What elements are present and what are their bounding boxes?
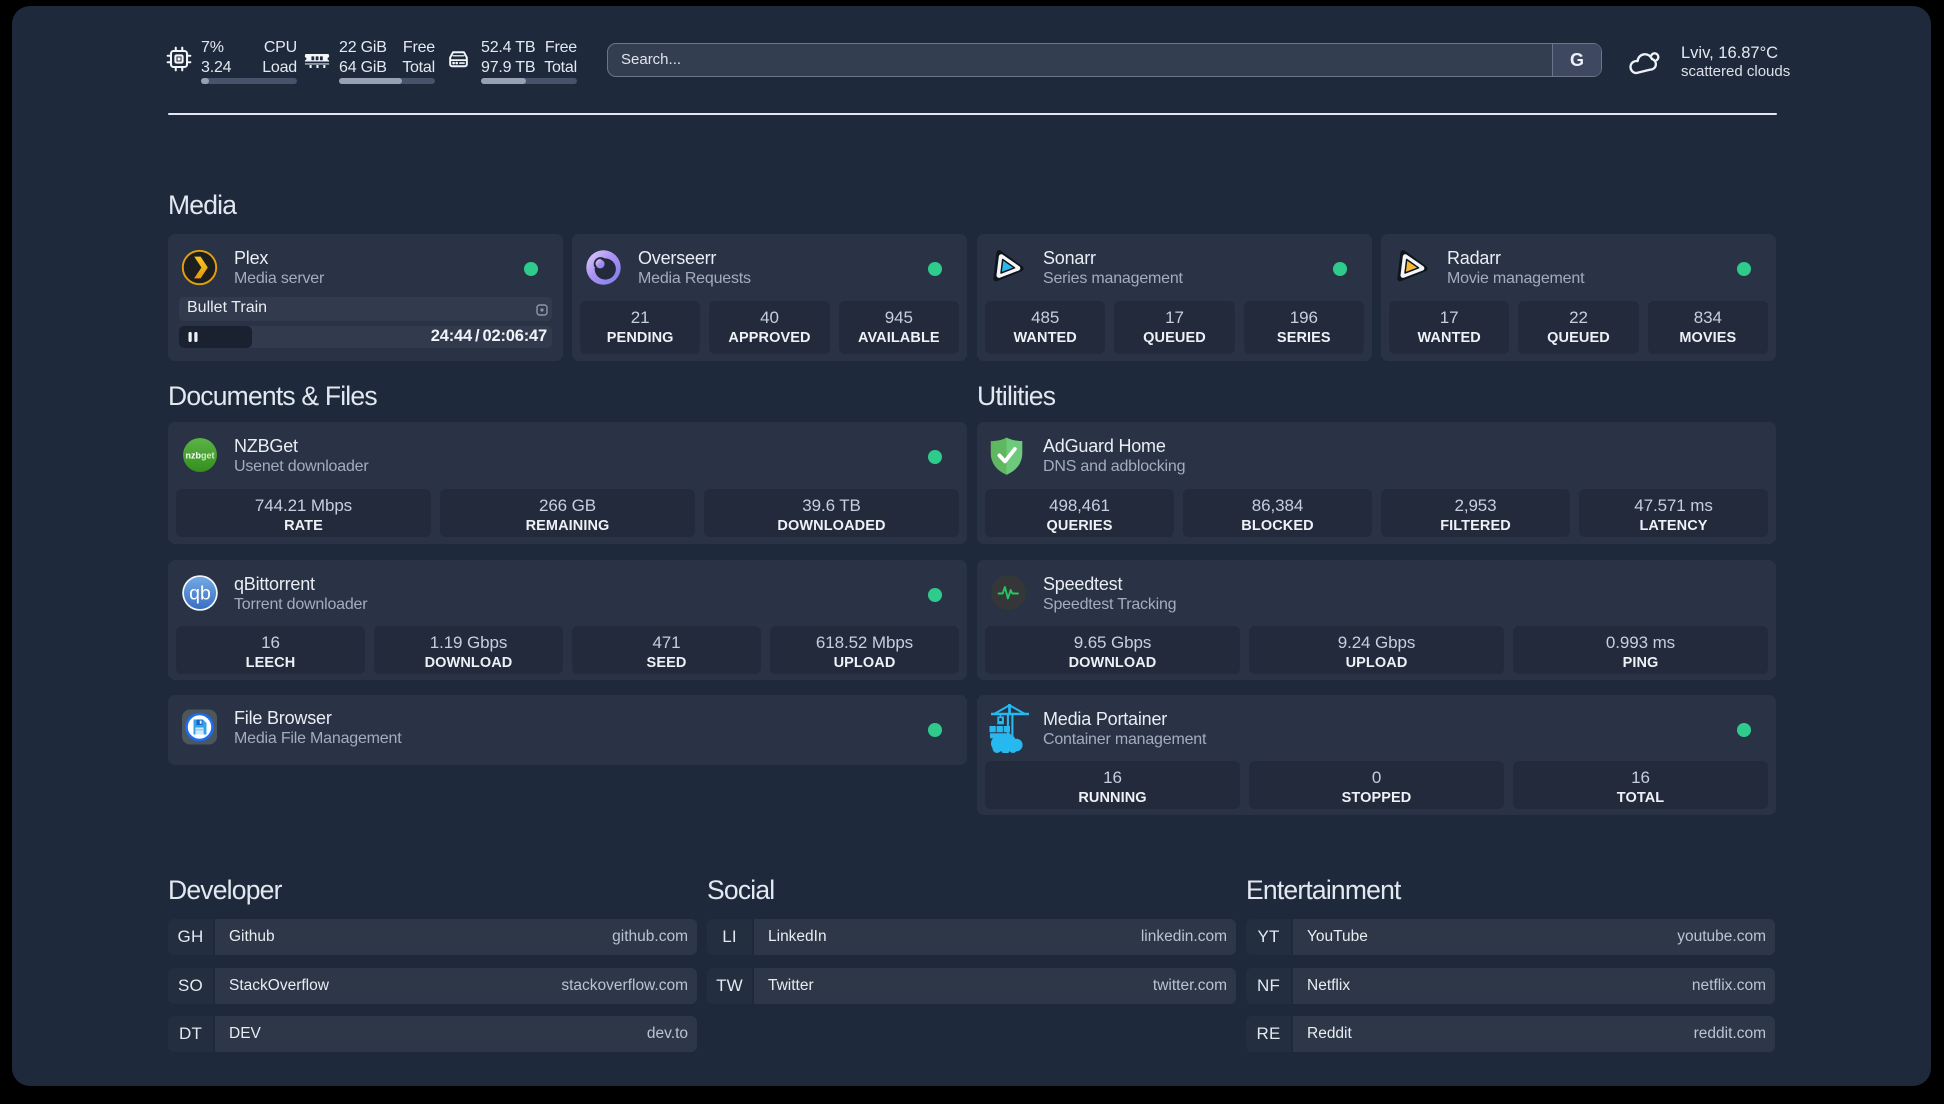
svg-text:qb: qb — [189, 583, 211, 605]
svg-text:nzbget: nzbget — [186, 451, 215, 461]
